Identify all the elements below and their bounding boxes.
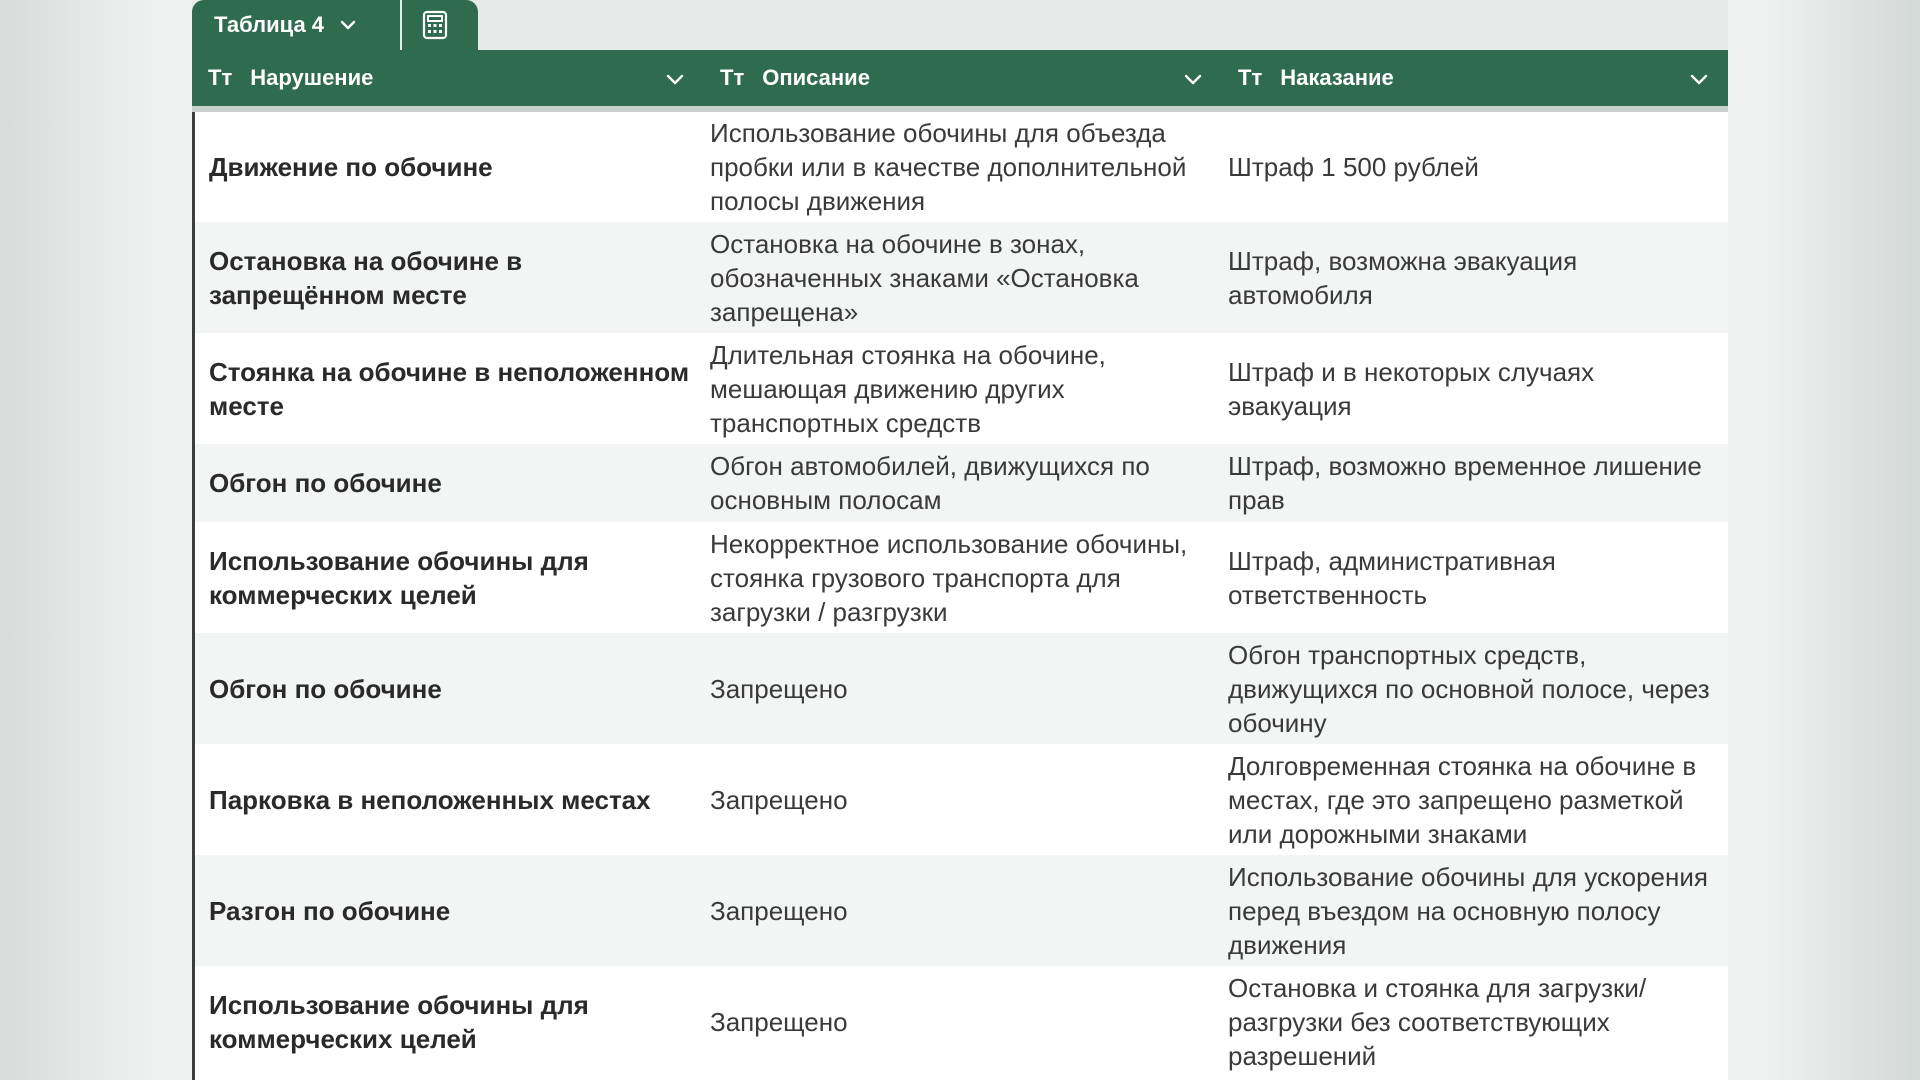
column-header-violation[interactable]: Тт Нарушение [192, 50, 704, 106]
calculator-button[interactable] [418, 8, 452, 42]
description-cell[interactable]: Запрещено [704, 783, 1222, 817]
column-header-label: Наказание [1280, 65, 1394, 90]
table-row[interactable]: Стоянка на обочине в неположенном месте … [195, 333, 1728, 444]
table-panel: Таблица 4 Тт Нарушение Тт Описание Тт На… [192, 0, 1728, 1080]
violation-cell[interactable]: Остановка на обочине в запрещённом месте [195, 244, 704, 312]
violation-cell[interactable]: Разгон по обочине [195, 894, 704, 928]
penalty-cell[interactable]: Штраф 1 500 рублей [1222, 150, 1728, 184]
text-type-icon: Тт [720, 65, 745, 90]
column-header-penalty[interactable]: Тт Наказание [1222, 50, 1728, 106]
chevron-down-icon[interactable] [338, 15, 358, 35]
text-type-icon: Тт [1238, 65, 1263, 90]
table-row[interactable]: Использование обочины для коммерческих ц… [195, 966, 1728, 1077]
table-row[interactable]: Движение по обочине Использование обочин… [195, 112, 1728, 222]
table-tab-label: Таблица 4 [214, 12, 325, 37]
chevron-down-icon[interactable] [1182, 68, 1204, 90]
chevron-down-icon[interactable] [664, 68, 686, 90]
violation-cell[interactable]: Парковка в неположенных местах [195, 783, 704, 817]
table-row[interactable]: Обгон по обочине Обгон автомобилей, движ… [195, 444, 1728, 522]
violation-cell[interactable]: Использование обочины для коммерческих ц… [195, 988, 704, 1056]
tab-divider [400, 0, 402, 50]
column-header-description[interactable]: Тт Описание [704, 50, 1222, 106]
penalty-cell[interactable]: Остановка и стоянка для загрузки/разгруз… [1222, 971, 1728, 1073]
chevron-down-icon[interactable] [1688, 68, 1710, 90]
violation-cell[interactable]: Стоянка на обочине в неположенном месте [195, 355, 704, 423]
calculator-icon [422, 10, 448, 40]
table-tab-bar: Таблица 4 [192, 0, 1728, 50]
penalty-cell[interactable]: Долговременная стоянка на обочине в мест… [1222, 749, 1728, 851]
violation-cell[interactable]: Обгон по обочине [195, 672, 704, 706]
violation-cell[interactable]: Использование обочины для коммерческих ц… [195, 544, 704, 612]
penalty-cell[interactable]: Использование обочины для ускорения пере… [1222, 860, 1728, 962]
penalty-cell[interactable]: Штраф, административная ответственность [1222, 544, 1728, 612]
penalty-cell[interactable]: Обгон транспортных средств, движущихся п… [1222, 638, 1728, 740]
violation-cell[interactable]: Движение по обочине [195, 150, 704, 184]
table-header: Тт Нарушение Тт Описание Тт Наказание [192, 50, 1728, 112]
table-row[interactable]: Обгон по обочине Запрещено Обгон транспо… [195, 633, 1728, 744]
penalty-cell[interactable]: Штраф, возможна эвакуация автомобиля [1222, 244, 1728, 312]
table-row[interactable]: Остановка на обочине в запрещённом месте… [195, 222, 1728, 333]
column-header-label: Описание [762, 65, 870, 90]
column-header-label: Нарушение [250, 65, 374, 90]
description-cell[interactable]: Длительная стоянка на обочине, мешающая … [704, 338, 1222, 440]
table-body: Движение по обочине Использование обочин… [192, 112, 1728, 1080]
table-row[interactable]: Использование обочины для коммерческих ц… [195, 522, 1728, 633]
description-cell[interactable]: Запрещено [704, 672, 1222, 706]
violation-cell[interactable]: Обгон по обочине [195, 466, 704, 500]
description-cell[interactable]: Запрещено [704, 894, 1222, 928]
table-row[interactable]: Парковка в неположенных местах Запрещено… [195, 744, 1728, 855]
table-row[interactable]: Разгон по обочине Запрещено Использовани… [195, 855, 1728, 966]
penalty-cell[interactable]: Штраф, возможно временное лишение прав [1222, 449, 1728, 517]
description-cell[interactable]: Остановка на обочине в зонах, обозначенн… [704, 227, 1222, 329]
description-cell[interactable]: Некорректное использование обочины, стоя… [704, 527, 1222, 629]
text-type-icon: Тт [208, 65, 233, 90]
penalty-cell[interactable]: Штраф и в некоторых случаях эвакуация [1222, 355, 1728, 423]
description-cell[interactable]: Обгон автомобилей, движущихся по основны… [704, 449, 1222, 517]
table-tab[interactable]: Таблица 4 [192, 0, 478, 50]
description-cell[interactable]: Использование обочины для объезда пробки… [704, 116, 1222, 218]
description-cell[interactable]: Запрещено [704, 1005, 1222, 1039]
